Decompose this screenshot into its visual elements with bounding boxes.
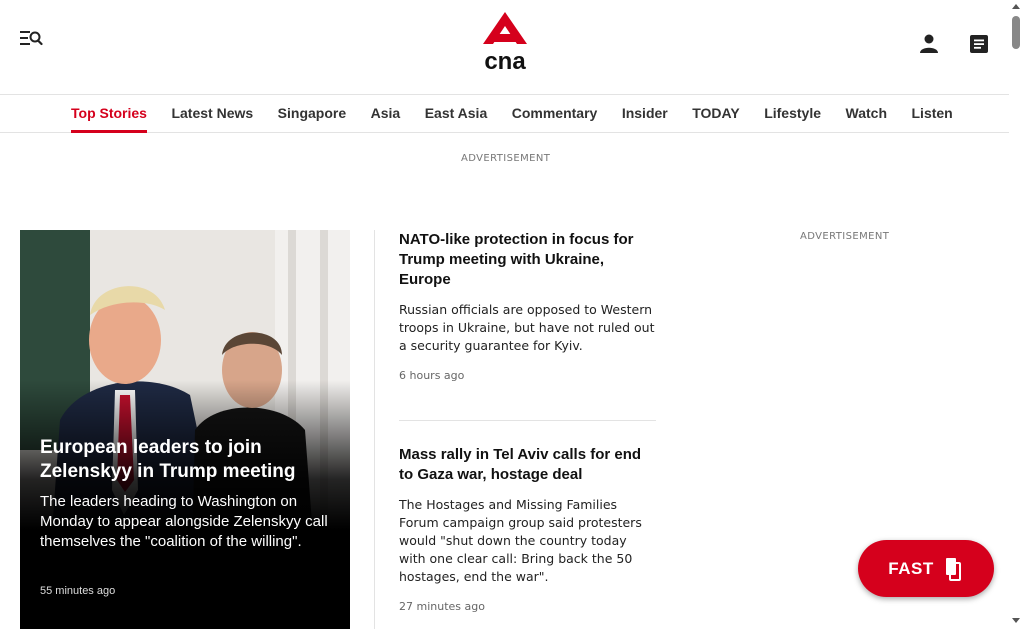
hero-title[interactable]: European leaders to join Zelenskyy in Tr…: [40, 436, 335, 484]
document-icon[interactable]: [968, 33, 990, 55]
nav-item-asia[interactable]: Asia: [371, 95, 401, 133]
menu-search-icon[interactable]: [19, 28, 43, 48]
story-card[interactable]: Mass rally in Tel Aviv calls for end to …: [399, 445, 656, 613]
nav-item-insider[interactable]: Insider: [622, 95, 668, 133]
user-icon[interactable]: [918, 33, 940, 55]
fast-label: FAST: [888, 558, 934, 578]
nav-item-watch[interactable]: Watch: [846, 95, 887, 133]
nav-item-commentary[interactable]: Commentary: [512, 95, 598, 133]
hero-timestamp: 55 minutes ago: [40, 585, 116, 597]
story-timestamp: 6 hours ago: [399, 369, 465, 382]
hero-summary: The leaders heading to Washington on Mon…: [40, 493, 328, 550]
advertisement-label-top: ADVERTISEMENT: [461, 153, 551, 164]
nav-item-east-asia[interactable]: East Asia: [425, 95, 488, 133]
column-divider: [374, 230, 375, 629]
story-title[interactable]: Mass rally in Tel Aviv calls for end to …: [399, 445, 656, 485]
story-divider: [399, 420, 656, 421]
story-title[interactable]: NATO-like protection in focus for Trump …: [399, 230, 656, 290]
logo-text: cna: [484, 48, 526, 72]
hero-story-card[interactable]: European leaders to join Zelenskyy in Tr…: [20, 230, 350, 629]
scroll-up-arrow-icon[interactable]: [1012, 4, 1020, 9]
advertisement-label-side: ADVERTISEMENT: [800, 231, 890, 242]
nav-item-latest-news[interactable]: Latest News: [171, 95, 253, 133]
nav-item-today[interactable]: TODAY: [692, 95, 739, 133]
nav-item-singapore[interactable]: Singapore: [278, 95, 346, 133]
story-timestamp: 27 minutes ago: [399, 600, 485, 613]
fast-button[interactable]: FAST: [858, 540, 994, 597]
story-card[interactable]: NATO-like protection in focus for Trump …: [399, 230, 656, 382]
page: cna Top Stories Latest News Singapore As…: [0, 0, 1009, 629]
nav-item-listen[interactable]: Listen: [912, 95, 953, 133]
story-summary: Russian officials are opposed to Western…: [399, 302, 655, 353]
story-summary: The Hostages and Missing Families Forum …: [399, 497, 642, 584]
scroll-down-arrow-icon[interactable]: [1012, 618, 1020, 623]
cna-logo[interactable]: cna: [482, 12, 528, 75]
nav-list: Top Stories Latest News Singapore Asia E…: [71, 95, 977, 133]
page-scrollbar[interactable]: [1009, 0, 1024, 629]
nav-item-top-stories[interactable]: Top Stories: [71, 95, 147, 133]
nav-item-lifestyle[interactable]: Lifestyle: [764, 95, 821, 133]
site-header: cna: [0, 0, 1009, 95]
main-nav: Top Stories Latest News Singapore Asia E…: [0, 95, 1009, 133]
cards-stack-icon: [945, 557, 961, 581]
scroll-thumb[interactable]: [1012, 16, 1020, 49]
